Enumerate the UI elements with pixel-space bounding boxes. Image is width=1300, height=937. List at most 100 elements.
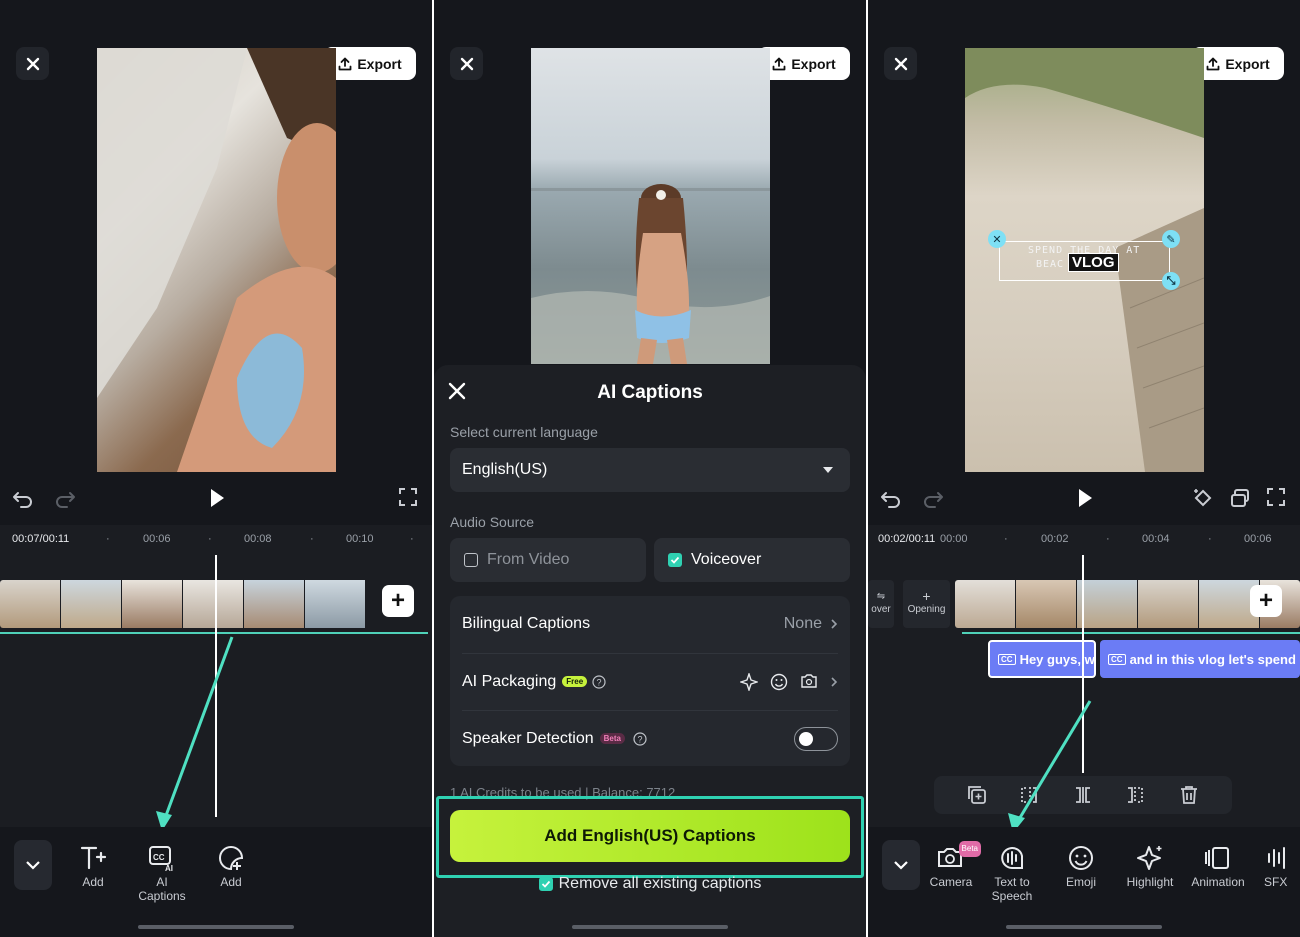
video-preview[interactable]: SPEND THE DAY AT BEAC ME VLOG ✕ ✎ ⤡ [965,48,1204,472]
timeline[interactable]: 00:02/00:11 00:00 · 00:02 · 00:04 · 00:0… [868,525,1300,827]
export-button[interactable]: Export [324,47,416,80]
video-preview[interactable] [531,48,770,364]
play-icon[interactable] [1075,487,1095,514]
sticker-selection-box[interactable]: SPEND THE DAY AT BEAC ME VLOG [999,241,1170,281]
export-button[interactable]: Export [758,47,850,80]
tool-sfx[interactable]: SFX [1256,843,1300,889]
keyframe-icon[interactable] [1192,487,1214,514]
speaker-detection-row: Speaker Detection Beta ? [462,710,838,766]
emoji-icon [1069,846,1093,870]
chevron-right-icon [831,676,838,687]
tool-sticker-add[interactable]: Add [199,843,263,889]
export-label: Export [791,55,836,72]
sticker-delete-handle[interactable]: ✕ [988,230,1006,248]
tool-label: Text to Speech [991,875,1033,903]
arrow-annotation [156,636,234,827]
home-indicator [1006,925,1162,929]
chevron-down-icon [26,861,40,870]
tool-emoji[interactable]: Emoji [1049,843,1113,889]
playback-controls [868,485,1300,513]
sticker-resize-handle[interactable]: ⤡ [1162,272,1180,290]
tool-text-add[interactable]: Add [61,843,125,889]
tool-label: SFX [1264,875,1288,889]
editor-panel-2: Export AI Captions Select current langua… [434,0,866,937]
tool-text-to-speech[interactable]: Text to Speech [980,843,1044,903]
close-icon [894,57,907,70]
bottom-toolbar: Add CC AI AI Captions Add [0,827,432,937]
layers-icon[interactable] [1229,487,1251,514]
bilingual-captions-row[interactable]: Bilingual Captions None [462,596,838,652]
home-indicator [572,925,728,929]
export-label: Export [1225,55,1270,72]
help-icon[interactable]: ? [633,731,647,746]
source-voiceover-option[interactable]: Voiceover [654,538,850,582]
home-indicator [138,925,294,929]
checkbox-checked-icon[interactable] [538,877,553,891]
tool-label: Animation [1191,875,1245,889]
sfx-icon [1268,847,1285,869]
arrow-annotation [1008,700,1092,827]
svg-text:?: ? [637,734,642,744]
playback-controls [0,485,432,513]
source-voiceover-label: Voiceover [691,551,762,568]
remove-captions-label: Remove all existing captions [558,875,762,892]
chevron-right-icon [831,619,838,629]
tool-camera[interactable]: Beta Camera [919,841,983,889]
tool-highlight[interactable]: Highlight [1118,843,1182,889]
checkbox-unchecked-icon[interactable] [464,553,478,567]
ai-packaging-row[interactable]: AI Packaging Free ? [462,653,838,709]
text-add-icon [80,846,107,870]
sticker-edit-handle[interactable]: ✎ [1162,230,1180,248]
upload-icon [1206,57,1220,70]
remove-existing-captions-option[interactable]: Remove all existing captions [434,875,866,893]
close-button[interactable] [884,47,917,80]
undo-icon[interactable] [880,487,902,514]
tool-ai-captions[interactable]: CC AI AI Captions [130,843,194,903]
dropdown-caret-icon [823,467,833,473]
fullscreen-icon[interactable] [398,487,418,512]
tool-label: Highlight [1126,875,1174,889]
sparkle-icon [740,672,758,691]
packaging-label: AI Packaging [462,672,557,690]
language-label: Select current language [450,424,598,440]
export-label: Export [357,55,402,72]
upload-icon [338,57,352,70]
ai-camera-icon [801,673,817,688]
redo-icon[interactable] [922,487,944,514]
language-select[interactable]: English(US) [450,448,850,492]
collapse-button[interactable] [882,840,920,890]
ai-captions-sheet: AI Captions Select current language Engl… [434,365,866,937]
bottom-toolbar: Beta Camera Text to Speech Emoji Highlig… [868,827,1300,937]
close-button[interactable] [450,47,483,80]
animation-icon [1205,847,1229,869]
fullscreen-icon[interactable] [1266,487,1286,512]
emoji-icon [770,673,788,690]
speaker-detection-toggle[interactable] [794,726,838,751]
collapse-button[interactable] [14,840,52,890]
play-icon[interactable] [207,487,227,514]
editor-panel-3: Export SPEND THE DAY AT BEAC ME VLOG ✕ ✎… [868,0,1300,937]
help-icon[interactable]: ? [592,674,606,689]
sheet-title: AI Captions [597,382,703,403]
add-captions-button[interactable]: Add English(US) Captions [450,810,850,862]
checkbox-checked-icon[interactable] [668,553,682,567]
undo-icon[interactable] [12,487,34,514]
source-from-video-option[interactable]: From Video [450,538,646,582]
beta-badge: Beta [958,841,981,857]
beta-badge: Beta [599,733,625,744]
tool-animation[interactable]: Animation [1186,843,1250,889]
export-button[interactable]: Export [1192,47,1284,80]
video-preview[interactable] [97,48,336,472]
options-card: Bilingual Captions None AI Packaging Fre… [450,596,850,766]
bilingual-value: None [783,615,822,632]
audio-source-label: Audio Source [450,514,535,530]
sticker-add-icon [219,845,244,871]
free-badge: Free [562,676,588,687]
preview-illustration [97,48,336,472]
close-button[interactable] [16,47,49,80]
svg-text:?: ? [597,677,602,687]
source-from-video-label: From Video [487,551,570,568]
ai-captions-icon: CCAI [149,846,173,872]
timeline[interactable]: 00:07/00:11 · 00:06 · 00:08 · 00:10 · + [0,525,432,827]
redo-icon[interactable] [54,487,76,514]
